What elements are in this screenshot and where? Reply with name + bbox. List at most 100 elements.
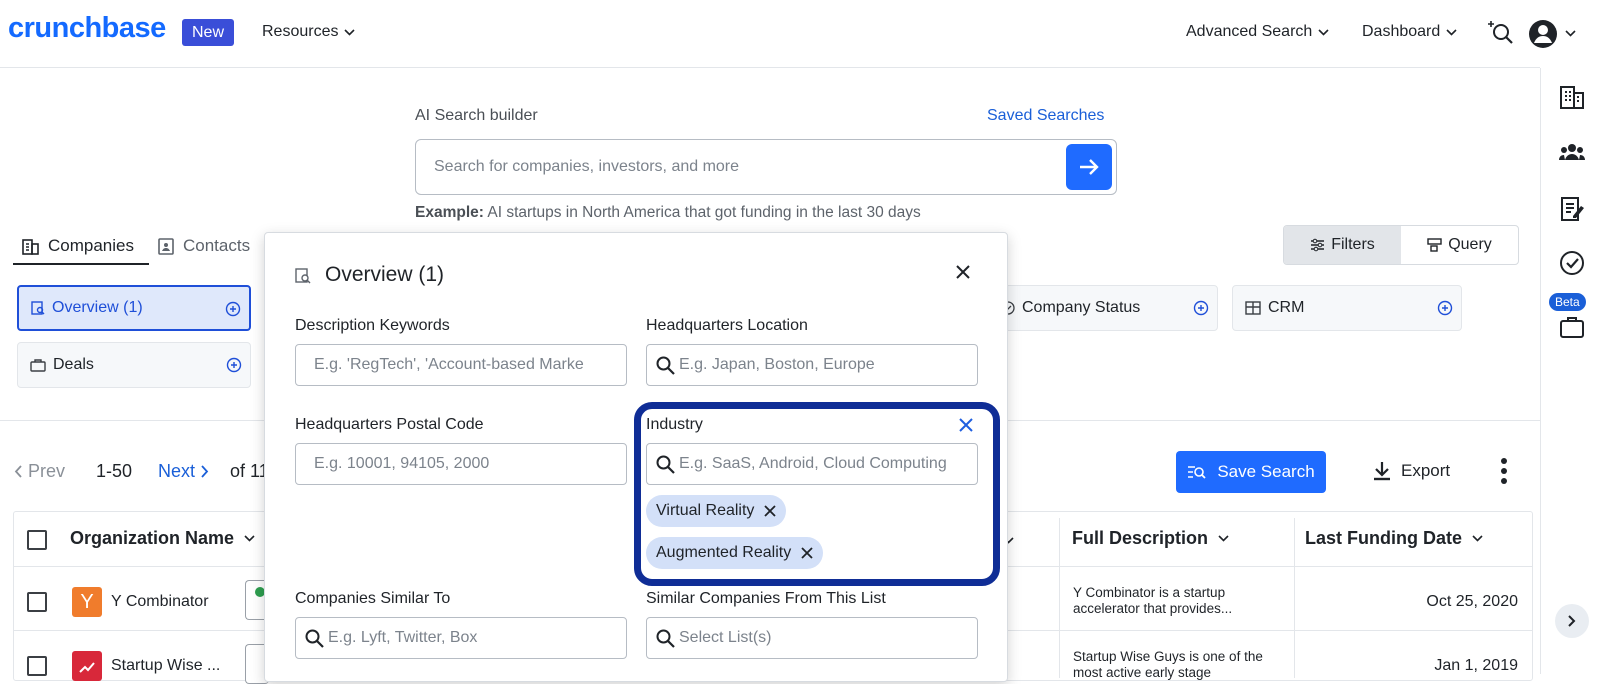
- check-circle-icon[interactable]: [1559, 250, 1585, 276]
- page-range: 1-50: [96, 461, 133, 481]
- hq-location-input[interactable]: E.g. Japan, Boston, Europe: [646, 344, 978, 386]
- filters-label: Filters: [1331, 236, 1375, 253]
- save-search-label: Save Search: [1217, 462, 1315, 481]
- prev-page-button[interactable]: Prev: [14, 461, 65, 482]
- new-badge[interactable]: New: [182, 19, 234, 46]
- more-options-icon[interactable]: [1499, 457, 1509, 485]
- chart-up-icon: [79, 662, 95, 673]
- last-funding-date: Oct 25, 2020: [1426, 593, 1518, 610]
- chevron-down-icon: [1446, 28, 1457, 36]
- column-header-organization-name[interactable]: Organization Name: [70, 528, 255, 549]
- org-logo: [72, 651, 102, 681]
- beta-badge: Beta: [1549, 293, 1586, 311]
- people-icon[interactable]: [1559, 140, 1585, 166]
- org-logo: Y: [72, 587, 102, 617]
- next-page-button[interactable]: Next: [158, 461, 209, 482]
- submit-search-button[interactable]: [1066, 144, 1112, 190]
- advanced-search-label: Advanced Search: [1186, 23, 1313, 40]
- search-icon: [305, 629, 324, 648]
- add-filter-icon[interactable]: [1193, 300, 1209, 316]
- overview-icon: [295, 268, 311, 284]
- save-search-icon: [1188, 466, 1206, 479]
- row-checkbox[interactable]: [27, 656, 47, 676]
- ai-search-input[interactable]: Search for companies, investors, and mor…: [415, 139, 1117, 195]
- chevron-down-icon: [1218, 535, 1229, 542]
- filter-chip-crm-label: CRM: [1268, 299, 1305, 316]
- dashboard-label: Dashboard: [1362, 23, 1441, 40]
- similar-list-input[interactable]: Select List(s): [646, 617, 978, 659]
- org-description: Y Combinator is a startup accelerator th…: [1073, 585, 1233, 616]
- filter-chip-company-status-label: Company Status: [1022, 299, 1141, 316]
- org-name-link[interactable]: Startup Wise ...: [111, 657, 220, 675]
- chevron-down-icon[interactable]: [1565, 30, 1576, 37]
- filter-chip-company-status[interactable]: Company Status: [988, 285, 1218, 331]
- last-funding-date: Jan 1, 2019: [1434, 657, 1518, 674]
- saved-searches-link[interactable]: Saved Searches: [987, 107, 1104, 125]
- chevron-down-icon: [244, 535, 255, 542]
- filter-chip-crm[interactable]: CRM: [1232, 285, 1462, 331]
- advanced-search-menu[interactable]: Advanced Search: [1186, 23, 1329, 41]
- org-name-link[interactable]: Y Combinator: [111, 593, 209, 611]
- chevron-down-icon: [1318, 28, 1329, 36]
- filter-chip-overview[interactable]: Overview (1): [17, 285, 251, 331]
- chevron-down-icon: [1472, 535, 1483, 542]
- top-navigation: crunchbase New Resources Advanced Search…: [0, 0, 1576, 68]
- resources-label: Resources: [262, 23, 339, 40]
- ai-search-builder-label: AI Search builder: [415, 107, 538, 124]
- total-count: of 11: [230, 461, 269, 481]
- prev-label: Prev: [28, 461, 66, 481]
- similar-to-label: Companies Similar To: [295, 590, 451, 607]
- ai-search-icon[interactable]: [1486, 19, 1514, 47]
- crunchbase-logo[interactable]: crunchbase: [8, 12, 166, 45]
- export-label: Export: [1401, 461, 1451, 480]
- tab-contacts[interactable]: Contacts: [158, 236, 250, 256]
- add-filter-icon[interactable]: [225, 301, 241, 317]
- description-keywords-input[interactable]: E.g. 'RegTech', 'Account-based Marke: [295, 344, 627, 386]
- filters-toggle[interactable]: Filters: [1284, 226, 1401, 264]
- account-avatar-icon[interactable]: [1528, 19, 1558, 49]
- next-label: Next: [158, 461, 196, 481]
- row-checkbox[interactable]: [27, 592, 47, 612]
- example-text: AI startups in North America that got fu…: [487, 204, 921, 221]
- hq-postal-input[interactable]: E.g. 10001, 94105, 2000: [295, 443, 627, 485]
- briefcase-icon[interactable]: [1559, 314, 1585, 340]
- query-label: Query: [1448, 236, 1492, 253]
- similar-to-input[interactable]: E.g. Lyft, Twitter, Box: [295, 617, 627, 659]
- filter-chip-deals[interactable]: Deals: [17, 342, 251, 388]
- full-description-header: Full Description: [1072, 528, 1209, 548]
- tab-contacts-label: Contacts: [183, 236, 251, 255]
- search-example: Example: AI startups in North America th…: [415, 204, 921, 222]
- add-filter-icon[interactable]: [226, 357, 242, 373]
- export-button[interactable]: Export: [1373, 461, 1450, 481]
- similar-to-placeholder: E.g. Lyft, Twitter, Box: [328, 629, 478, 646]
- tab-companies[interactable]: Companies: [22, 236, 134, 256]
- chevron-left-icon: [14, 465, 22, 478]
- contact-card-icon: [158, 237, 174, 255]
- resources-menu[interactable]: Resources: [262, 23, 356, 41]
- select-all-checkbox[interactable]: [27, 530, 47, 550]
- search-icon: [656, 629, 675, 648]
- panel-title: Overview (1): [325, 263, 445, 286]
- description-keywords-label: Description Keywords: [295, 317, 450, 334]
- query-toggle[interactable]: Query: [1401, 226, 1518, 264]
- chevron-down-icon: [344, 28, 356, 36]
- building-icon[interactable]: [1559, 84, 1585, 110]
- close-icon[interactable]: [955, 264, 971, 280]
- filter-chip-deals-label: Deals: [53, 356, 94, 373]
- last-funding-date-header: Last Funding Date: [1305, 528, 1462, 548]
- view-toggle: Filters Query: [1283, 225, 1519, 265]
- save-search-button[interactable]: Save Search: [1176, 451, 1326, 493]
- collapse-rail-button[interactable]: [1555, 604, 1589, 638]
- add-filter-icon[interactable]: [1437, 300, 1453, 316]
- column-header-full-description[interactable]: Full Description: [1072, 528, 1229, 549]
- sliders-icon: [1311, 238, 1325, 252]
- overview-icon: [31, 301, 45, 315]
- edit-list-icon[interactable]: [1559, 196, 1585, 222]
- dashboard-menu[interactable]: Dashboard: [1362, 23, 1457, 41]
- hq-location-placeholder: E.g. Japan, Boston, Europe: [679, 356, 875, 373]
- building-icon: [22, 238, 39, 255]
- filter-chip-overview-label: Overview (1): [52, 299, 143, 316]
- column-header-last-funding-date[interactable]: Last Funding Date: [1305, 528, 1483, 549]
- similar-list-label: Similar Companies From This List: [646, 590, 886, 607]
- clear-industry-icon[interactable]: [959, 418, 973, 432]
